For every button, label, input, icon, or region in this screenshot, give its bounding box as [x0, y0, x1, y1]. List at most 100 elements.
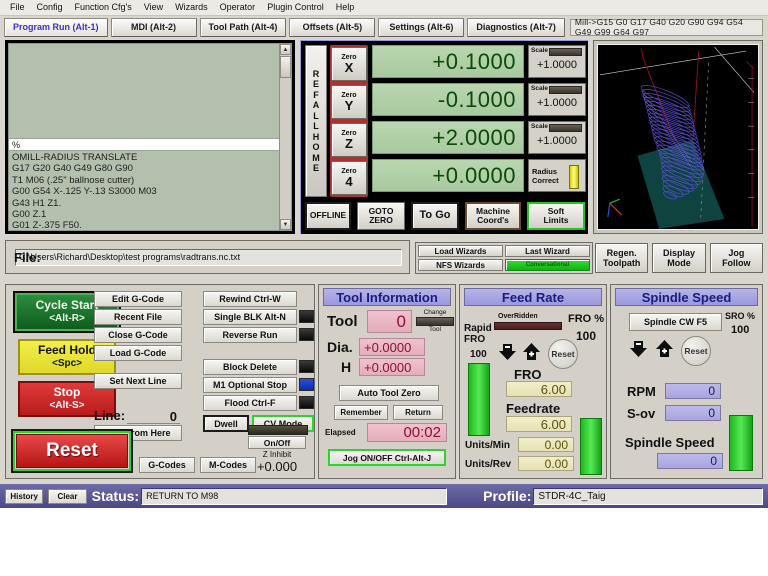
- jog-follow-button[interactable]: Jog Follow: [709, 243, 763, 273]
- zero-y-button[interactable]: Zero Y: [331, 85, 367, 119]
- fro-value[interactable]: 6.00: [506, 381, 572, 397]
- gcode-scrollbar[interactable]: ▲ ▼: [279, 44, 291, 230]
- gcode-line: G17 G20 G40 G49 G80 G90: [12, 163, 133, 175]
- flood-button[interactable]: Flood Ctrl-F: [203, 395, 297, 411]
- soft-limits-button[interactable]: Soft Limits: [527, 202, 585, 230]
- gcodes-button[interactable]: G-Codes: [139, 457, 195, 473]
- dro-x-value[interactable]: +0.1000: [372, 45, 524, 78]
- zero-z-button[interactable]: Zero Z: [331, 123, 367, 157]
- menu-bar: File Config Function Cfg's View Wizards …: [0, 0, 768, 16]
- offline-button[interactable]: OFFLINE: [305, 202, 351, 230]
- sov-value[interactable]: 0: [665, 405, 721, 421]
- ref-all-home-button[interactable]: R E F A L L H O M E: [305, 45, 327, 197]
- edit-gcode-button[interactable]: Edit G-Code: [94, 291, 182, 307]
- change-tool-button[interactable]: Change Tool: [416, 309, 454, 334]
- menu-item-config[interactable]: Config: [31, 0, 69, 15]
- m1-optional-stop-button[interactable]: M1 Optional Stop: [203, 377, 297, 393]
- rewind-button[interactable]: Rewind Ctrl-W: [203, 291, 297, 307]
- sro-increase-icon[interactable]: [655, 339, 674, 358]
- sro-reset-button[interactable]: Reset: [681, 336, 711, 366]
- to-go-button[interactable]: To Go: [411, 202, 459, 230]
- tab-program-run[interactable]: Program Run (Alt-1): [4, 17, 108, 37]
- dro-a-value[interactable]: +0.0000: [372, 159, 524, 192]
- fro-reset-button[interactable]: Reset: [548, 339, 578, 369]
- scale-z[interactable]: Scale +1.0000: [528, 121, 586, 154]
- tab-settings[interactable]: Settings (Alt-6): [378, 17, 465, 37]
- menu-item-view[interactable]: View: [138, 0, 169, 15]
- scale-x[interactable]: Scale +1.0000: [528, 45, 586, 78]
- scale-y[interactable]: Scale +1.0000: [528, 83, 586, 116]
- scroll-down-icon[interactable]: ▼: [280, 219, 291, 230]
- scale-bar: [549, 48, 582, 56]
- line-number-field[interactable]: 0: [127, 409, 180, 424]
- feedrate-slider[interactable]: [580, 418, 602, 475]
- clear-button[interactable]: Clear: [48, 488, 87, 504]
- load-gcode-button[interactable]: Load G-Code: [94, 345, 182, 361]
- menu-item-file[interactable]: File: [4, 0, 31, 15]
- ref-letter: E: [312, 163, 319, 173]
- single-block-button[interactable]: Single BLK Alt-N: [203, 309, 297, 325]
- change-tool-bar: [416, 317, 454, 326]
- tab-diagnostics[interactable]: Diagnostics (Alt-7): [467, 17, 565, 37]
- dwell-button[interactable]: Dwell: [203, 415, 249, 432]
- set-next-line-button[interactable]: Set Next Line: [94, 373, 182, 389]
- zero-x-button[interactable]: Zero X: [331, 47, 367, 81]
- tool-label: Tool: [327, 313, 358, 330]
- menu-item-plugin-control[interactable]: Plugin Control: [261, 0, 330, 15]
- tab-tool-path[interactable]: Tool Path (Alt-4): [199, 17, 287, 37]
- regen-toolpath-button[interactable]: Regen. Toolpath: [595, 243, 649, 273]
- menu-item-help[interactable]: Help: [330, 0, 361, 15]
- z-inhibit-onoff-button[interactable]: On/Off: [248, 436, 306, 449]
- recent-file-button[interactable]: Recent File: [94, 309, 182, 325]
- tab-offsets[interactable]: Offsets (Alt-5): [289, 17, 376, 37]
- gcode-list[interactable]: % OMILL-RADIUS TRANSLATE G17 G20 G40 G49…: [8, 43, 292, 231]
- regen-line1: Regen.: [606, 248, 637, 258]
- reset-button[interactable]: Reset: [16, 434, 128, 468]
- gcode-line: G00 G54 X-.125 Y-.13 S3000 M03: [12, 186, 157, 198]
- rapid-fro-slider[interactable]: [468, 363, 490, 436]
- machine-coords-button[interactable]: Machine Coord's: [465, 202, 521, 230]
- block-delete-button[interactable]: Block Delete: [203, 359, 297, 375]
- reverse-run-button[interactable]: Reverse Run: [203, 327, 297, 343]
- menu-item-operator[interactable]: Operator: [214, 0, 262, 15]
- scroll-up-icon[interactable]: ▲: [280, 44, 291, 55]
- spindle-speed-value[interactable]: 0: [657, 453, 723, 469]
- z-inhibit-value[interactable]: +0.000: [248, 460, 306, 474]
- toolpath-display[interactable]: [597, 44, 759, 230]
- tool-number-value[interactable]: 0: [367, 310, 412, 333]
- goto-zero-button[interactable]: GOTO ZERO: [357, 202, 405, 230]
- jog-onoff-button[interactable]: Jog ON/OFF Ctrl-Alt-J: [328, 449, 446, 466]
- tab-mdi[interactable]: MDI (Alt-2): [110, 17, 197, 37]
- feedrate-value[interactable]: 6.00: [506, 416, 572, 432]
- fro-decrease-icon[interactable]: [498, 342, 517, 361]
- scale-z-value: +1.0000: [536, 135, 578, 147]
- reset-button-frame: Reset: [11, 429, 133, 473]
- zero-4-button[interactable]: Zero 4: [331, 161, 367, 195]
- menu-item-function-cfgs[interactable]: Function Cfg's: [69, 0, 138, 15]
- display-mode-button[interactable]: Display Mode: [652, 243, 706, 273]
- nfs-wizards-button[interactable]: NFS Wizards: [418, 259, 503, 271]
- remember-button[interactable]: Remember: [334, 405, 388, 420]
- conversational-button[interactable]: Conversational: [505, 259, 590, 271]
- auto-tool-zero-button[interactable]: Auto Tool Zero: [339, 385, 439, 401]
- h-value[interactable]: +0.0000: [359, 358, 425, 376]
- sro-decrease-icon[interactable]: [629, 339, 648, 358]
- ref-letter: A: [312, 100, 320, 110]
- history-button[interactable]: History: [5, 488, 44, 504]
- radius-correct-button[interactable]: Radius Correct: [528, 159, 586, 192]
- dia-value[interactable]: +0.0000: [359, 338, 425, 356]
- spindle-cw-button[interactable]: Spindle CW F5: [629, 313, 722, 331]
- fro-increase-icon[interactable]: [522, 342, 541, 361]
- menu-item-wizards[interactable]: Wizards: [169, 0, 214, 15]
- close-gcode-button[interactable]: Close G-Code: [94, 327, 182, 343]
- ref-letter: E: [312, 79, 319, 89]
- load-wizards-button[interactable]: Load Wizards: [418, 245, 503, 257]
- return-button[interactable]: Return: [393, 405, 443, 420]
- scroll-thumb[interactable]: [280, 56, 291, 78]
- file-path-field[interactable]: C:\Users\Richard\Desktop\test programs\r…: [15, 248, 402, 266]
- units-rev-value: 0.00: [518, 456, 574, 471]
- spindle-speed-slider[interactable]: [729, 415, 753, 471]
- dro-z-value[interactable]: +2.0000: [372, 121, 524, 154]
- last-wizard-button[interactable]: Last Wizard: [505, 245, 590, 257]
- dro-y-value[interactable]: -0.1000: [372, 83, 524, 116]
